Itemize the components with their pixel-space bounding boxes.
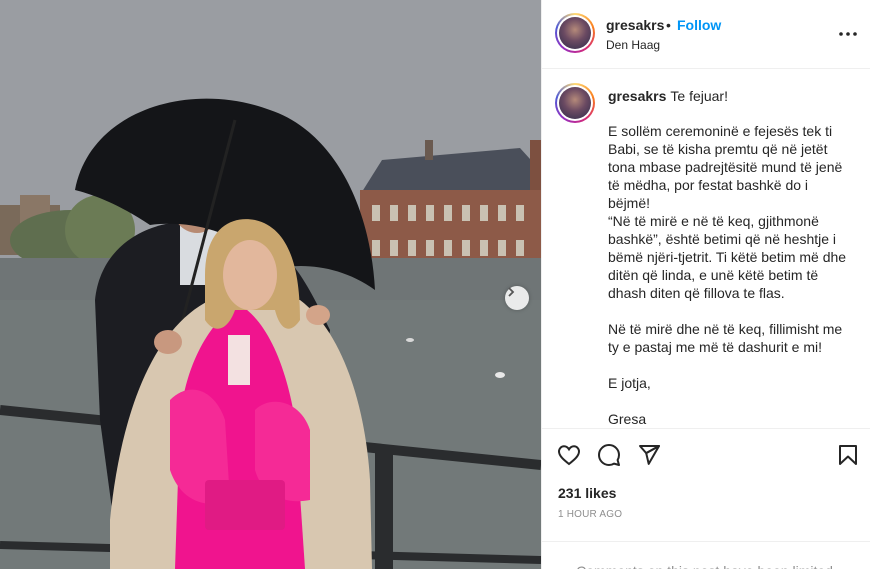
more-options-button[interactable] [836,22,860,46]
caption-paragraph: Në të mirë dhe në të keq, fillimisht me … [608,321,843,355]
comment-button[interactable] [597,443,623,469]
post-header: gresakrs • Follow Den Haag [542,0,870,69]
action-bar: 231 likes 1 HOUR AGO [542,428,870,541]
caption-body: E sollëm ceremoninë e fejesës tek ti Bab… [608,122,853,428]
caption-paragraph: E jotja, [608,375,651,391]
bookmark-icon [839,445,857,465]
caption-username[interactable]: gresakrs [608,88,666,104]
caption-paragraph: Gresa [608,411,647,427]
caption-title: Te fejuar! [670,88,728,104]
follow-button[interactable]: Follow [677,17,721,33]
chevron-right-icon [508,287,515,297]
more-options-icon [839,32,857,36]
photo-scene [0,0,541,569]
caption-area: gresakrs Te fejuar! E sollëm ceremoninë e… [542,70,870,428]
next-photo-button[interactable] [505,286,529,310]
caption-paragraph: “Në të mirë e në të keq, gjithmonë bashk… [608,213,847,301]
caption-header: gresakrs Te fejuar! [608,88,728,104]
caption-avatar[interactable] [555,83,595,123]
post-photo[interactable] [0,0,541,569]
comments-limited-notice: Comments on this post have been limited. [542,541,870,569]
post-timestamp[interactable]: 1 HOUR AGO [558,509,622,520]
post-side-panel: gresakrs • Follow Den Haag gresakrs Te fe… [541,0,870,569]
avatar[interactable] [555,13,595,53]
paper-plane-icon [639,445,660,465]
username-link[interactable]: gresakrs [606,17,664,33]
likes-count[interactable]: 231 likes [558,485,616,501]
like-button[interactable] [557,443,583,469]
heart-icon [557,445,581,466]
share-button[interactable] [637,443,663,469]
comment-icon [598,444,620,466]
caption-paragraph: E sollëm ceremoninë e fejesës tek ti Bab… [608,123,843,211]
separator-dot: • [666,17,671,33]
save-button[interactable] [836,443,862,469]
location-link[interactable]: Den Haag [606,38,660,52]
